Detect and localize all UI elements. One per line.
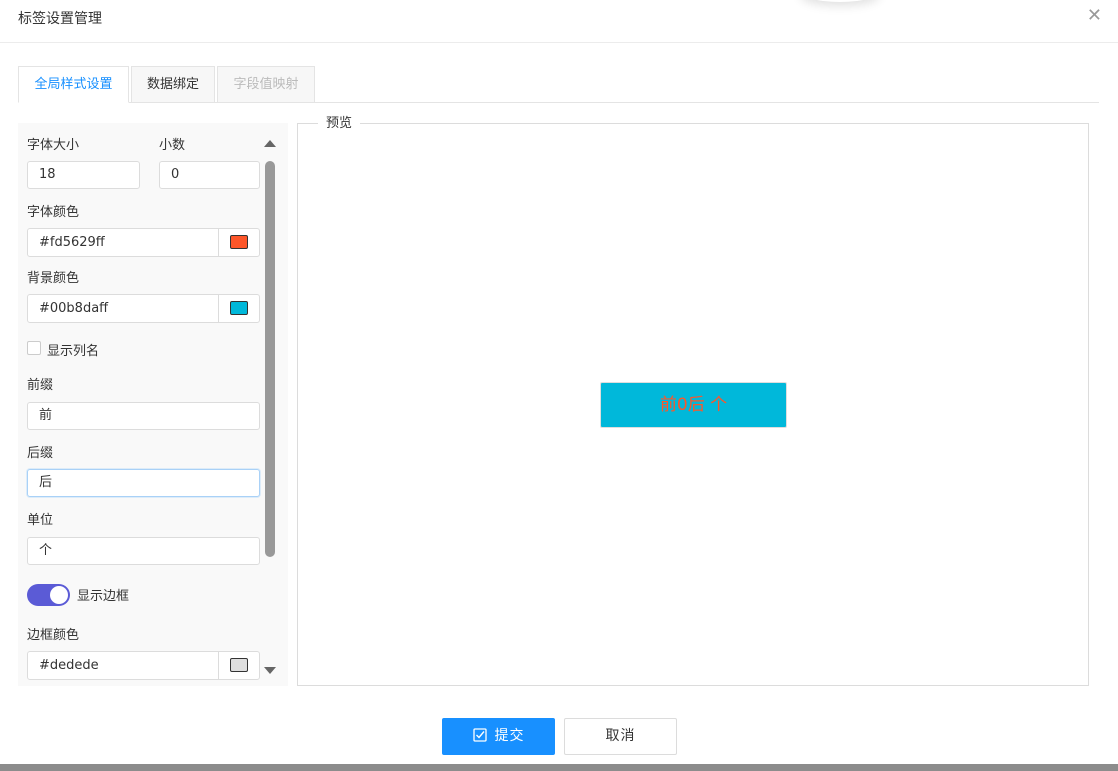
preview-tag: 前0后 个 bbox=[600, 382, 787, 428]
toggle-knob bbox=[50, 586, 68, 604]
submit-button[interactable]: 提交 bbox=[442, 718, 555, 755]
submit-label: 提交 bbox=[494, 728, 525, 744]
border-color-picker[interactable] bbox=[218, 652, 259, 679]
border-color-value: #dedede bbox=[39, 658, 99, 673]
bg-color-label: 背景颜色 bbox=[27, 271, 80, 286]
show-column-label: 显示列名 bbox=[47, 344, 100, 359]
suffix-label: 后缀 bbox=[27, 446, 54, 461]
font-size-label: 字体大小 bbox=[27, 138, 80, 153]
unit-input[interactable]: 个 bbox=[27, 537, 260, 565]
check-square-icon bbox=[472, 727, 487, 742]
decimal-input[interactable]: 0 bbox=[159, 161, 260, 189]
bottom-bar bbox=[0, 764, 1118, 771]
font-color-swatch bbox=[230, 235, 248, 249]
scroll-up-arrow-icon[interactable] bbox=[264, 140, 276, 147]
dialog-title: 标签设置管理 bbox=[18, 11, 102, 27]
cancel-button[interactable]: 取消 bbox=[564, 718, 677, 755]
tab-field-mapping: 字段值映射 bbox=[217, 66, 315, 103]
show-column-checkbox[interactable] bbox=[27, 341, 41, 355]
font-color-field[interactable]: #fd5629ff bbox=[27, 228, 260, 257]
suffix-input[interactable]: 后 bbox=[27, 469, 260, 497]
scroll-down-arrow-icon[interactable] bbox=[264, 667, 276, 674]
bg-color-value: #00b8daff bbox=[39, 301, 109, 316]
unit-label: 单位 bbox=[27, 513, 54, 528]
dialog-header: 标签设置管理 ✕ bbox=[0, 0, 1118, 43]
border-color-label: 边框颜色 bbox=[27, 628, 80, 643]
prefix-input[interactable]: 前 bbox=[27, 402, 260, 430]
font-color-picker[interactable] bbox=[218, 229, 259, 256]
tab-global-style[interactable]: 全局样式设置 bbox=[18, 66, 129, 103]
preview-legend: 预览 bbox=[318, 116, 361, 132]
bg-color-swatch bbox=[230, 301, 248, 315]
tag-settings-dialog: 标签设置管理 ✕ 全局样式设置 数据绑定 字段值映射 字体大小 小数 18 0 … bbox=[0, 0, 1118, 771]
font-size-input[interactable]: 18 bbox=[27, 161, 140, 189]
tab-data-binding[interactable]: 数据绑定 bbox=[131, 66, 215, 103]
settings-scrollbar[interactable] bbox=[263, 137, 277, 677]
scroll-thumb[interactable] bbox=[265, 161, 275, 557]
border-color-swatch bbox=[230, 658, 248, 672]
bg-color-field[interactable]: #00b8daff bbox=[27, 294, 260, 323]
preview-fieldset: 预览 前0后 个 bbox=[297, 116, 1089, 686]
settings-panel: 字体大小 小数 18 0 字体颜色 #fd5629ff 背景颜色 #00b8da… bbox=[18, 123, 288, 686]
font-color-value: #fd5629ff bbox=[39, 235, 105, 250]
show-border-toggle[interactable] bbox=[27, 584, 70, 606]
font-color-label: 字体颜色 bbox=[27, 205, 80, 220]
tab-bar: 全局样式设置 数据绑定 字段值映射 bbox=[18, 66, 1099, 103]
bg-color-picker[interactable] bbox=[218, 295, 259, 322]
prefix-label: 前缀 bbox=[27, 378, 54, 393]
close-icon[interactable]: ✕ bbox=[1087, 6, 1102, 26]
show-border-label: 显示边框 bbox=[77, 589, 130, 604]
border-color-field[interactable]: #dedede bbox=[27, 651, 260, 680]
decimal-label: 小数 bbox=[159, 138, 186, 153]
